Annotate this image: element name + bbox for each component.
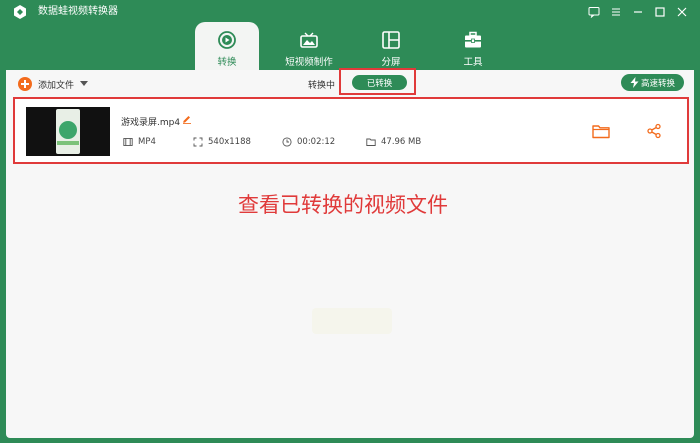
tab-split-screen[interactable]: 分屏 xyxy=(359,22,423,70)
menu-icon[interactable] xyxy=(606,3,626,21)
file-duration-value: 00:02:12 xyxy=(297,137,336,147)
tab-short-video[interactable]: 短视频制作 xyxy=(277,22,341,70)
file-resolution-value: 540x1188 xyxy=(208,137,251,147)
close-icon[interactable] xyxy=(672,3,692,21)
file-name: 游戏录屏.mp4 xyxy=(121,118,181,128)
tab-split-screen-label: 分屏 xyxy=(381,57,401,68)
film-icon xyxy=(123,138,133,146)
file-size: 47.96 MB xyxy=(366,137,421,147)
add-file-icon[interactable] xyxy=(18,77,32,91)
convert-icon xyxy=(217,30,237,50)
converted-tab[interactable]: 已转换 xyxy=(352,75,407,90)
app-logo-icon xyxy=(14,5,26,19)
chat-icon[interactable] xyxy=(584,3,604,21)
add-file-button[interactable]: 添加文件 xyxy=(38,78,74,91)
tab-tools[interactable]: 工具 xyxy=(441,22,505,70)
short-video-icon xyxy=(299,30,319,50)
share-icon[interactable] xyxy=(646,123,662,139)
clock-icon xyxy=(282,137,292,147)
split-screen-icon xyxy=(381,30,401,50)
tab-convert-label: 转换 xyxy=(217,57,237,68)
app-title: 数据蛙视频转换器 xyxy=(38,6,118,17)
file-duration: 00:02:12 xyxy=(282,137,335,147)
open-folder-icon[interactable] xyxy=(592,123,610,139)
converting-tab[interactable]: 转换中 xyxy=(308,78,335,91)
high-speed-convert-label: 高速转换 xyxy=(640,78,675,89)
content-area: 添加文件 转换中 已转换 高速转换 游戏录屏.mp4 MP4 540x1188 … xyxy=(6,68,694,438)
file-format: MP4 xyxy=(123,137,156,147)
folder-size-icon xyxy=(366,138,376,146)
file-resolution: 540x1188 xyxy=(193,137,251,147)
edit-icon[interactable] xyxy=(182,114,192,124)
tab-tools-label: 工具 xyxy=(463,57,483,68)
add-file-dropdown-icon[interactable] xyxy=(80,81,88,86)
lightning-icon xyxy=(630,77,639,88)
minimize-icon[interactable] xyxy=(628,3,648,21)
empty-placeholder xyxy=(312,308,392,334)
toolbar: 添加文件 转换中 已转换 高速转换 xyxy=(6,68,694,98)
video-thumbnail[interactable] xyxy=(26,107,110,156)
tab-short-video-label: 短视频制作 xyxy=(285,57,333,68)
main-tabs: 转换 短视频制作 分屏 工具 xyxy=(0,22,700,70)
tab-convert[interactable]: 转换 xyxy=(195,22,259,70)
converted-tab-label: 已转换 xyxy=(366,78,393,89)
file-row[interactable]: 游戏录屏.mp4 MP4 540x1188 00:02:12 47.96 MB xyxy=(13,97,689,164)
file-size-value: 47.96 MB xyxy=(381,137,422,147)
annotation-text: 查看已转换的视频文件 xyxy=(238,193,448,217)
resolution-icon xyxy=(193,137,203,147)
file-format-value: MP4 xyxy=(138,137,156,147)
title-bar: 数据蛙视频转换器 xyxy=(0,0,700,24)
toolbox-icon xyxy=(463,30,483,50)
maximize-icon[interactable] xyxy=(650,3,670,21)
high-speed-convert-button[interactable]: 高速转换 xyxy=(621,74,684,91)
